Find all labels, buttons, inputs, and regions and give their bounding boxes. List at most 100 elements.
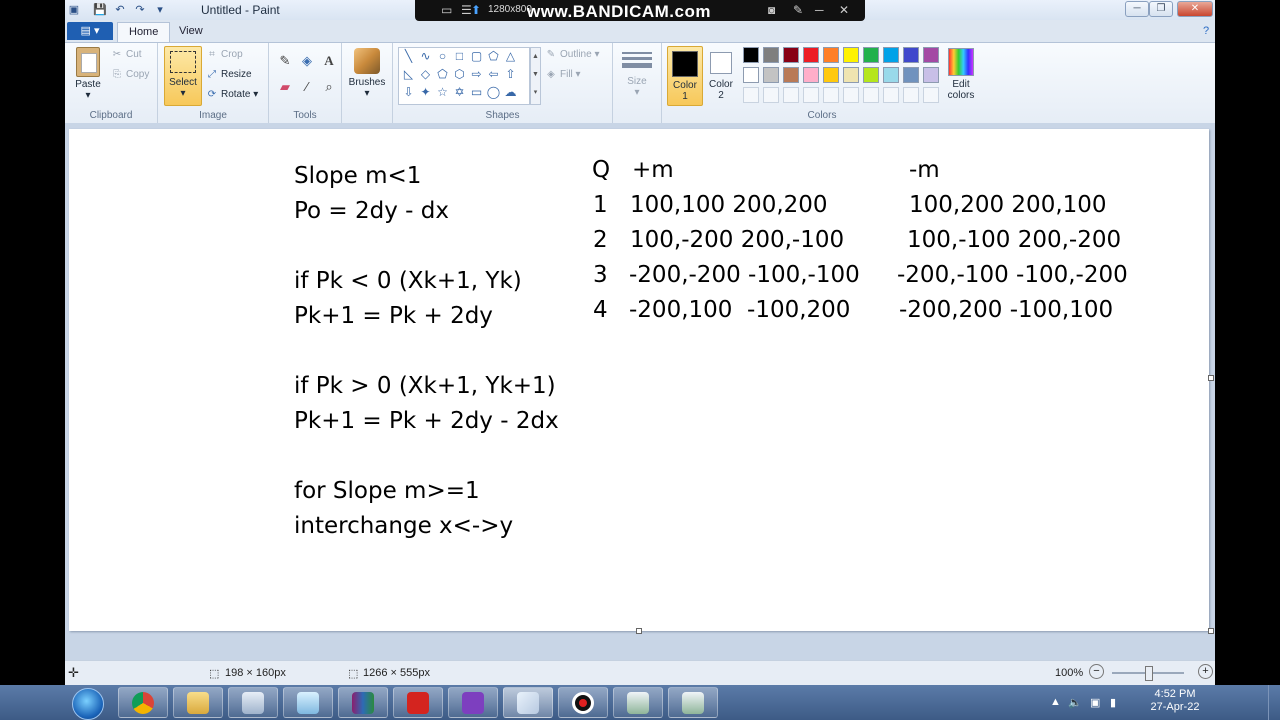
color-swatch[interactable]	[903, 67, 919, 83]
cut-button[interactable]: ✂ Cut	[111, 49, 142, 60]
color-swatch[interactable]	[923, 47, 939, 63]
taskbar-paint[interactable]	[503, 687, 553, 718]
taskbar-notes[interactable]	[283, 687, 333, 718]
start-button[interactable]	[72, 688, 104, 720]
drawing-canvas[interactable]: Slope m<1 Po = 2dy - dx if Pk < 0 (Xk+1,…	[69, 129, 1209, 631]
file-menu-button[interactable]: ▤ ▾	[67, 22, 113, 40]
left-arrow-shape-icon[interactable]: ⇦	[486, 67, 501, 82]
callout-rect-shape-icon[interactable]: ▭	[469, 85, 484, 100]
taskbar-explorer[interactable]	[173, 687, 223, 718]
crop-button[interactable]: ⌗ Crop	[206, 49, 243, 60]
curve-shape-icon[interactable]: ∿	[418, 49, 433, 64]
color-swatch[interactable]	[883, 67, 899, 83]
color-swatch[interactable]	[863, 47, 879, 63]
tab-home[interactable]: Home	[117, 22, 171, 42]
zoom-slider-thumb[interactable]	[1145, 666, 1153, 681]
taskbar-window-1[interactable]	[613, 687, 663, 718]
color-swatch[interactable]	[763, 47, 779, 63]
tab-view[interactable]: View	[168, 22, 214, 41]
color-swatch[interactable]	[923, 67, 939, 83]
taskbar-acrobat[interactable]	[393, 687, 443, 718]
recorder-window-icon[interactable]: ▭	[441, 3, 452, 17]
right-arrow-shape-icon[interactable]: ⇨	[469, 67, 484, 82]
copy-button[interactable]: ⎘ Copy	[111, 69, 149, 80]
color-swatch[interactable]	[923, 87, 939, 103]
color-swatch[interactable]	[743, 87, 759, 103]
color-swatch[interactable]	[743, 47, 759, 63]
size-button[interactable]: Size ▾	[619, 49, 655, 98]
signal-icon[interactable]: ▮	[1110, 696, 1116, 709]
minimize-button[interactable]: ─	[1125, 1, 1149, 17]
color-swatch[interactable]	[763, 87, 779, 103]
quick-access-customize-icon[interactable]: ▾	[153, 3, 167, 17]
color-swatch[interactable]	[843, 47, 859, 63]
color-swatch[interactable]	[863, 67, 879, 83]
resize-button[interactable]: ⤢ Resize	[206, 69, 252, 80]
rounded-rect-shape-icon[interactable]: ▢	[469, 49, 484, 64]
shapes-scroll[interactable]: ▲ ▼ ▾	[530, 47, 541, 105]
taskbar-chrome[interactable]	[118, 687, 168, 718]
up-arrow-shape-icon[interactable]: ⇧	[503, 67, 518, 82]
help-icon[interactable]: ?	[1199, 24, 1213, 38]
polygon-shape-icon[interactable]: ⬠	[486, 49, 501, 64]
pentagon-shape-icon[interactable]: ⬠	[435, 67, 450, 82]
color-swatch[interactable]	[783, 87, 799, 103]
recorder-pin-icon[interactable]: ⬆	[471, 3, 481, 17]
taskbar-visual-studio[interactable]	[448, 687, 498, 718]
undo-icon[interactable]: ↶	[113, 3, 127, 17]
color-picker-icon[interactable]: ⁄	[299, 79, 315, 95]
color-swatch[interactable]	[883, 47, 899, 63]
draw-pen-icon[interactable]: ✎	[793, 3, 803, 17]
color-swatch[interactable]	[783, 47, 799, 63]
text-tool-icon[interactable]: A	[321, 53, 337, 69]
taskbar-window-2[interactable]	[668, 687, 718, 718]
color-swatch[interactable]	[843, 87, 859, 103]
callout-oval-shape-icon[interactable]: ◯	[486, 85, 501, 100]
taskbar-winrar[interactable]	[338, 687, 388, 718]
eraser-icon[interactable]: ▰	[277, 79, 293, 95]
five-point-star-shape-icon[interactable]: ☆	[435, 85, 450, 100]
taskbar-bandicam[interactable]	[558, 687, 608, 718]
color-swatch[interactable]	[863, 87, 879, 103]
rotate-button[interactable]: ⟳ Rotate ▾	[206, 89, 258, 100]
color-swatch[interactable]	[903, 87, 919, 103]
canvas-resize-handle-corner[interactable]	[1208, 628, 1214, 634]
network-adapter-icon[interactable]: ▣	[1090, 696, 1100, 709]
triangle-shape-icon[interactable]: △	[503, 49, 518, 64]
paste-button[interactable]: Paste ▾	[71, 47, 105, 101]
color-swatch[interactable]	[843, 67, 859, 83]
clock[interactable]: 4:52 PM 27-Apr-22	[1145, 688, 1205, 714]
show-desktop-button[interactable]	[1268, 685, 1280, 720]
callout-cloud-shape-icon[interactable]: ☁	[503, 85, 518, 100]
brushes-button[interactable]: Brushes ▾	[347, 48, 387, 99]
magnifier-icon[interactable]: ⌕	[321, 79, 337, 95]
canvas-resize-handle-right[interactable]	[1208, 375, 1214, 381]
color-swatch[interactable]	[883, 87, 899, 103]
hexagon-shape-icon[interactable]: ⬡	[452, 67, 467, 82]
color-swatch[interactable]	[903, 47, 919, 63]
down-arrow-shape-icon[interactable]: ⇩	[401, 85, 416, 100]
color-swatch[interactable]	[823, 47, 839, 63]
color-swatch[interactable]	[803, 87, 819, 103]
rectangle-shape-icon[interactable]: □	[452, 49, 467, 64]
volume-icon[interactable]: 🔈	[1068, 696, 1082, 709]
maximize-button[interactable]: ❐	[1149, 1, 1173, 17]
fill-button[interactable]: ◈ Fill ▾	[545, 69, 580, 80]
color-swatch[interactable]	[783, 67, 799, 83]
zoom-slider[interactable]	[1112, 666, 1184, 681]
diamond-shape-icon[interactable]: ◇	[418, 67, 433, 82]
color2-button[interactable]: Color 2	[704, 46, 738, 101]
pencil-icon[interactable]: ✎	[277, 53, 293, 69]
close-button[interactable]: ✕	[1177, 1, 1213, 17]
zoom-in-button[interactable]: +	[1198, 664, 1213, 679]
recorder-close-icon[interactable]: ✕	[839, 3, 849, 17]
color-swatch[interactable]	[763, 67, 779, 83]
color-swatch[interactable]	[743, 67, 759, 83]
select-button[interactable]: Select ▾	[164, 46, 202, 106]
color-swatch[interactable]	[823, 87, 839, 103]
six-point-star-shape-icon[interactable]: ✡	[452, 85, 467, 100]
redo-icon[interactable]: ↷	[133, 3, 147, 17]
canvas-resize-handle-bottom[interactable]	[636, 628, 642, 634]
color-swatch[interactable]	[823, 67, 839, 83]
four-point-star-shape-icon[interactable]: ✦	[418, 85, 433, 100]
